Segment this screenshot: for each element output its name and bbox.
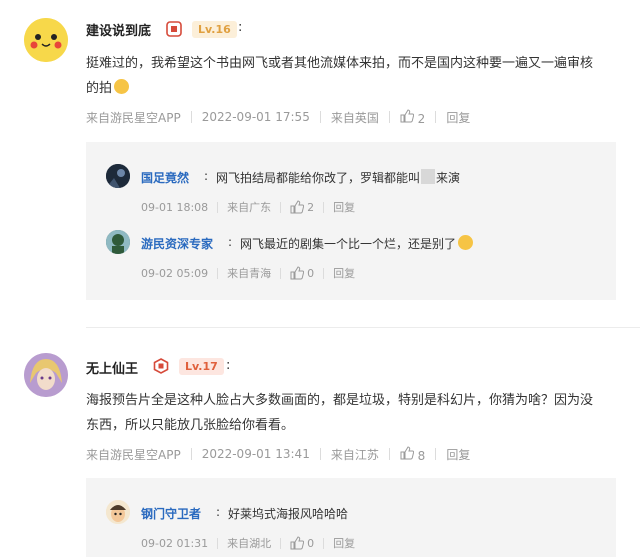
like-button[interactable]: 2: [400, 108, 426, 126]
avatar[interactable]: [24, 18, 68, 62]
reply-button[interactable]: 回复: [333, 199, 355, 215]
laughing-emoji-icon: [458, 235, 474, 250]
timestamp: 09-02 05:09: [141, 266, 209, 280]
like-count: 8: [417, 448, 426, 463]
level-badge: Lv.16: [192, 21, 237, 38]
laughing-emoji-icon: [114, 79, 130, 94]
location: 来自江苏: [330, 447, 379, 462]
comment-text: 海报预告片全是这种人脸占大多数画面的，都是垃圾，特别是科幻片，你猜为啥？因为没 …: [86, 388, 626, 438]
comment-2: 无上仙王 Lv.17 : 海报预告片全是这种人脸占大多数画面的，都是垃圾，特别是…: [0, 340, 640, 557]
divider: [217, 201, 219, 213]
comment-text-line2: 东西，所以只能放几张脸给你看看。: [86, 418, 295, 433]
thumbs-up-icon: [400, 445, 414, 459]
comment-meta: 来自游民星空APP 2022-09-01 13:41 来自江苏 8 回复: [86, 445, 470, 463]
divider: [217, 267, 219, 279]
divider: [388, 448, 390, 460]
location: 来自湖北: [227, 537, 272, 550]
divider: [435, 111, 437, 123]
location: 来自英国: [330, 110, 379, 125]
divider: [280, 267, 282, 279]
avatar[interactable]: [106, 230, 130, 254]
timestamp: 09-02 01:31: [141, 536, 209, 550]
like-button[interactable]: 8: [400, 445, 426, 463]
like-button[interactable]: 0: [290, 536, 314, 550]
thumbs-up-icon: [400, 108, 414, 122]
reply-button[interactable]: 回复: [446, 109, 470, 126]
reply-button[interactable]: 回复: [333, 535, 355, 551]
comment-text-line1: 海报预告片全是这种人脸占大多数画面的，都是垃圾，特别是科幻片，你猜为啥？因为没: [86, 393, 594, 408]
comment-text-line1: 挺难过的，我希望这个书由网飞或者其他流媒体来拍，而不是国内这种要一遍又一遍审核: [86, 56, 594, 71]
divider: [319, 111, 321, 123]
reply-meta: 09-01 18:08 来自广东 2 回复: [141, 199, 355, 215]
thumbs-up-icon: [290, 536, 305, 550]
like-count: 0: [307, 536, 315, 550]
divider: [190, 448, 192, 460]
avatar[interactable]: [106, 500, 130, 524]
colon: :: [204, 169, 209, 183]
reply-username[interactable]: 钢门守卫者: [141, 505, 201, 522]
avatar[interactable]: [106, 164, 130, 188]
thumbs-up-icon: [290, 200, 305, 214]
comment-1: 建设说到底 Lv.16 : 挺难过的，我希望这个书由网飞或者其他流媒体来拍，而不…: [0, 0, 640, 320]
reply-text-part1: 网飞拍结局都能给你改了，罗辑都能叫: [216, 171, 421, 185]
comment-divider: [86, 327, 640, 328]
reply-text-content: 网飞最近的剧集一个比一个烂，还是别了: [240, 237, 457, 251]
divider: [217, 537, 219, 549]
like-count: 2: [417, 111, 426, 126]
reply-button[interactable]: 回复: [333, 265, 355, 281]
colon: :: [216, 505, 221, 519]
location: 来自青海: [227, 267, 272, 280]
reply-button[interactable]: 回复: [446, 446, 470, 463]
divider: [280, 537, 282, 549]
comment-meta: 来自游民星空APP 2022-09-01 17:55 来自英国 2 回复: [86, 108, 470, 126]
reply-text: 网飞拍结局都能给你改了，罗辑都能叫 来演: [216, 169, 460, 186]
avatar[interactable]: [24, 353, 68, 397]
timestamp: 09-01 18:08: [141, 200, 209, 214]
location: 来自广东: [227, 201, 272, 214]
reply-username[interactable]: 国足竟然: [141, 169, 189, 186]
divider: [323, 537, 325, 549]
reply-box: 钢门守卫者 : 好莱坞式海报风哈哈哈 09-02 01:31 来自湖北 0 回复: [86, 478, 616, 557]
colon: :: [226, 358, 231, 373]
comment-text: 挺难过的，我希望这个书由网飞或者其他流媒体来拍，而不是国内这种要一遍又一遍审核 …: [86, 51, 626, 101]
masked-text: [421, 169, 436, 184]
thumbs-up-icon: [290, 266, 305, 280]
timestamp: 2022-09-01 13:41: [201, 447, 310, 461]
reply-meta: 09-02 01:31 来自湖北 0 回复: [141, 535, 355, 551]
divider: [323, 201, 325, 213]
level-badge: Lv.17: [179, 358, 224, 375]
divider: [280, 201, 282, 213]
comment-text-line2: 的拍: [86, 81, 113, 96]
source-label: 来自游民星空APP: [86, 110, 181, 125]
reply-box: 国足竟然 : 网飞拍结局都能给你改了，罗辑都能叫 来演 09-01 18:08 来…: [86, 142, 616, 300]
badge-icon: [166, 21, 182, 37]
like-count: 2: [307, 200, 315, 214]
colon: :: [228, 235, 233, 249]
username[interactable]: 建设说到底: [86, 20, 151, 39]
like-count: 0: [307, 266, 315, 280]
reply-text: 网飞最近的剧集一个比一个烂，还是别了: [240, 235, 474, 252]
reply-text-content: 好莱坞式海报风哈哈哈: [228, 507, 349, 521]
reply-username[interactable]: 游民资深专家: [141, 235, 213, 252]
like-button[interactable]: 0: [290, 266, 314, 280]
reply-text-part2: 来演: [436, 171, 461, 185]
timestamp: 2022-09-01 17:55: [201, 110, 310, 124]
divider: [323, 267, 325, 279]
reply-meta: 09-02 05:09 来自青海 0 回复: [141, 265, 355, 281]
source-label: 来自游民星空APP: [86, 447, 181, 462]
colon: :: [238, 20, 243, 35]
divider: [190, 111, 192, 123]
divider: [435, 448, 437, 460]
divider: [388, 111, 390, 123]
divider: [319, 448, 321, 460]
badge-icon: [153, 358, 169, 374]
username[interactable]: 无上仙王: [86, 358, 138, 377]
reply-text: 好莱坞式海报风哈哈哈: [228, 505, 348, 522]
like-button[interactable]: 2: [290, 200, 314, 214]
